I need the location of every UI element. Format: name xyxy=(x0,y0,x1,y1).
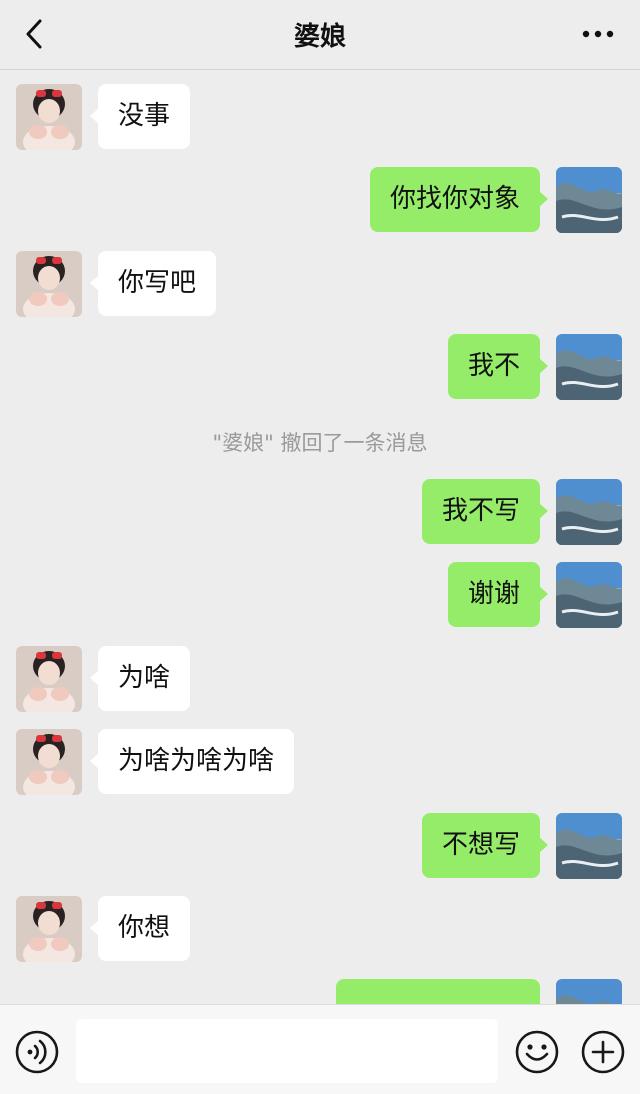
chevron-left-icon xyxy=(26,19,42,49)
voice-button[interactable] xyxy=(14,1029,60,1075)
chat-app: 婆娘 没事 你找你对象 你写吧 我不 "婆娘" 撤回了一条消息 我不写 谢谢 为… xyxy=(0,0,640,1094)
contact-avatar[interactable] xyxy=(16,729,82,795)
avatar-image xyxy=(556,813,622,879)
chat-title: 婆娘 xyxy=(293,22,346,52)
input-bar xyxy=(0,1004,640,1094)
message-row xyxy=(0,979,640,1004)
contact-avatar[interactable] xyxy=(16,84,82,150)
my-avatar[interactable] xyxy=(556,813,622,879)
my-avatar[interactable] xyxy=(556,334,622,400)
more-functions-button[interactable] xyxy=(580,1029,626,1075)
chat-header: 婆娘 xyxy=(0,0,640,70)
more-horizontal-icon xyxy=(582,30,614,38)
message-row: 谢谢 xyxy=(0,562,640,628)
avatar-image xyxy=(16,646,82,712)
message-bubble[interactable]: 谢谢 xyxy=(447,562,549,627)
emoji-icon xyxy=(515,1030,559,1074)
avatar-image xyxy=(16,729,82,795)
avatar-image xyxy=(556,979,622,1004)
back-button[interactable] xyxy=(14,12,54,56)
message-bubble[interactable]: 我不写 xyxy=(421,479,549,544)
recall-notice: "婆娘" 撤回了一条消息 xyxy=(212,431,428,455)
message-row: 没事 xyxy=(0,84,640,150)
avatar-image xyxy=(16,251,82,317)
message-row: 你写吧 xyxy=(0,251,640,317)
message-bubble[interactable]: 我不 xyxy=(447,334,549,399)
avatar-image xyxy=(16,84,82,150)
emoji-button[interactable] xyxy=(514,1029,560,1075)
avatar-image xyxy=(556,334,622,400)
message-bubble[interactable] xyxy=(336,979,548,1004)
message-row: 我不写 xyxy=(0,479,640,545)
my-avatar[interactable] xyxy=(556,479,622,545)
my-avatar[interactable] xyxy=(556,167,622,233)
message-input[interactable] xyxy=(76,1019,498,1083)
message-row: 我不 xyxy=(0,334,640,400)
message-row: 你想 xyxy=(0,896,640,962)
message-row: 为啥为啥为啥 xyxy=(0,729,640,795)
message-bubble[interactable]: 不想写 xyxy=(421,813,549,878)
contact-avatar[interactable] xyxy=(16,646,82,712)
message-row: 你找你对象 xyxy=(0,167,640,233)
more-button[interactable] xyxy=(576,14,620,54)
message-bubble[interactable]: 为啥 xyxy=(89,646,191,711)
message-list[interactable]: 没事 你找你对象 你写吧 我不 "婆娘" 撤回了一条消息 我不写 谢谢 为啥 为… xyxy=(0,71,640,1004)
contact-avatar[interactable] xyxy=(16,896,82,962)
avatar-image xyxy=(556,562,622,628)
avatar-image xyxy=(556,479,622,545)
message-bubble[interactable]: 没事 xyxy=(89,84,191,149)
message-bubble[interactable]: 你想 xyxy=(89,896,191,961)
my-avatar[interactable] xyxy=(556,979,622,1004)
voice-icon xyxy=(15,1030,59,1074)
message-row: 不想写 xyxy=(0,813,640,879)
plus-icon xyxy=(581,1030,625,1074)
message-bubble[interactable]: 为啥为啥为啥 xyxy=(89,729,295,794)
avatar-image xyxy=(16,896,82,962)
contact-avatar[interactable] xyxy=(16,251,82,317)
my-avatar[interactable] xyxy=(556,562,622,628)
message-bubble[interactable]: 你找你对象 xyxy=(369,167,549,232)
message-bubble[interactable]: 你写吧 xyxy=(89,251,217,316)
message-row: 为啥 xyxy=(0,646,640,712)
avatar-image xyxy=(556,167,622,233)
